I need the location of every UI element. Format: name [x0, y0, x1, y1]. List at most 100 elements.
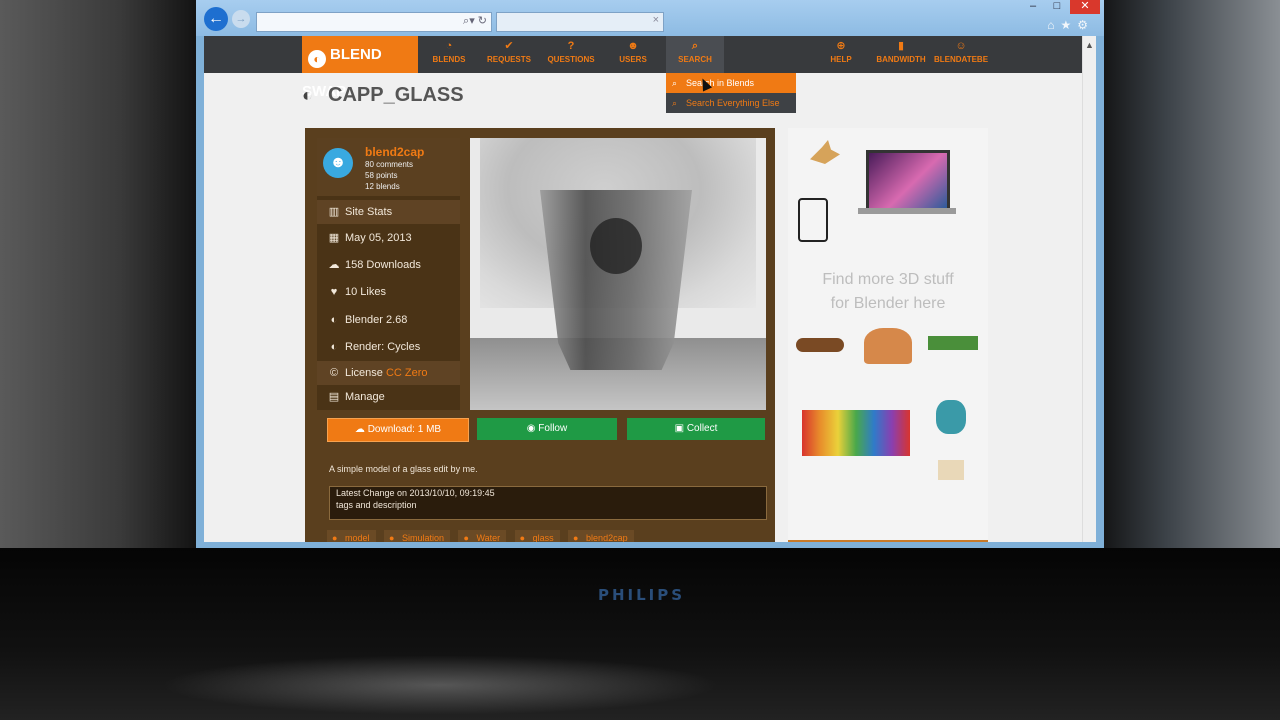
- close-tab-icon[interactable]: ×: [653, 14, 659, 26]
- browser-tab[interactable]: ×: [496, 12, 664, 32]
- folder-icon: ▣: [674, 423, 687, 434]
- forward-button[interactable]: →: [232, 10, 250, 28]
- chevron-up-icon[interactable]: ▲: [1085, 40, 1094, 50]
- date-row: ▦ May 05, 2013: [317, 226, 460, 250]
- chart-icon: ▥: [328, 206, 340, 218]
- maximize-button[interactable]: □: [1046, 0, 1068, 14]
- license-row[interactable]: © License CC Zero: [317, 361, 460, 385]
- page-viewport: ◐ BLEND SWAP ◔ BLENDS ✔ REQUESTS ? QUESTIONS…: [204, 36, 1096, 542]
- search-icon: ⌕: [691, 40, 699, 52]
- books-model-image: [802, 410, 910, 456]
- search-refresh-icon[interactable]: ⌕▾ ↻: [463, 14, 487, 28]
- nav-label: BLENDATEBE: [933, 55, 989, 64]
- tag-blend2cap[interactable]: blend2cap: [568, 530, 634, 542]
- blend-preview-image[interactable]: [470, 138, 766, 410]
- tag-simulation[interactable]: Simulation: [383, 530, 450, 542]
- sidebar-label: Render: Cycles: [345, 341, 421, 353]
- sidebar-label: License: [345, 367, 383, 379]
- nav-questions[interactable]: ? QUESTIONS: [542, 36, 600, 73]
- browser-toolbar: ← → ⌕▾ ↻ × – □ ✕ ⌂★⚙: [196, 0, 1104, 36]
- browser-window: ← → ⌕▾ ↻ × – □ ✕ ⌂★⚙ ◐ BLEND SWAP ◔ BLENDS…: [196, 0, 1104, 548]
- advertisement[interactable]: Find more 3D stuff for Blender here: [788, 128, 988, 542]
- search-everything-option[interactable]: ⌕ Search Everything Else: [666, 93, 796, 113]
- close-window-button[interactable]: ✕: [1070, 0, 1100, 14]
- avatar[interactable]: ☻: [323, 148, 353, 178]
- nav-search[interactable]: ⌕ SEARCH: [666, 36, 724, 73]
- user-comments: 80 comments: [365, 160, 414, 169]
- nav-label: QUESTIONS: [547, 55, 595, 64]
- laptop-base-image: [858, 208, 956, 214]
- collect-button[interactable]: ▣ Collect: [627, 418, 765, 440]
- nav-requests[interactable]: ✔ REQUESTS: [480, 36, 538, 73]
- plants-model-image: [928, 336, 978, 350]
- laptop-model-image: [866, 150, 950, 212]
- nav-bandwidth[interactable]: ▮ BANDWIDTH: [872, 36, 930, 73]
- nav-label: BANDWIDTH: [876, 55, 926, 64]
- dinosaur-model-image: [810, 140, 840, 164]
- sidebar-label: 10 Likes: [345, 286, 386, 298]
- chair-model-image: [798, 198, 828, 242]
- manage-icon: ▤: [328, 391, 340, 403]
- latest-change-box: Latest Change on 2013/10/10, 09:19:45 ta…: [329, 486, 767, 520]
- site-logo[interactable]: ◐ BLEND SWAP: [302, 36, 418, 100]
- site-navbar: ◐ BLEND SWAP ◔ BLENDS ✔ REQUESTS ? QUESTIONS…: [204, 36, 1083, 100]
- blend-sidebar: ☻ blend2cap 80 comments 58 points 12 ble…: [317, 138, 460, 410]
- nav-label: REQUESTS: [486, 55, 531, 64]
- home-favorites-settings-icons[interactable]: ⌂★⚙: [1047, 18, 1094, 32]
- vertical-scrollbar[interactable]: ▲: [1082, 36, 1096, 542]
- blender-icon: ◔: [445, 40, 453, 52]
- monitor-brand-label: PHILIPS: [598, 586, 686, 604]
- follow-button[interactable]: ◉ Follow: [477, 418, 617, 440]
- nav-account[interactable]: ☺ BLENDATEBE: [932, 36, 990, 73]
- search-in-blends-option[interactable]: ⌕ Search in Blends: [666, 73, 796, 93]
- minimize-button[interactable]: –: [1022, 0, 1044, 14]
- address-bar[interactable]: ⌕▾ ↻: [256, 12, 492, 32]
- search-icon: ⌕: [672, 98, 678, 108]
- nav-users[interactable]: ☻ USERS: [604, 36, 662, 73]
- blender-icon: ◐: [330, 314, 338, 326]
- user-icon: ☺: [955, 40, 967, 52]
- dropdown-label: Search Everything Else: [686, 98, 780, 108]
- blender-icon: ◐: [330, 341, 338, 353]
- sidebar-label: 158 Downloads: [345, 259, 421, 271]
- dropdown-label: Search in Blends: [686, 78, 755, 88]
- render-row: ◐ Render: Cycles: [317, 335, 460, 359]
- eye-icon: ◉: [526, 423, 539, 434]
- user-card[interactable]: ☻ blend2cap 80 comments 58 points 12 ble…: [317, 138, 460, 196]
- tag-list: model Simulation Water glass blend2cap: [327, 528, 767, 542]
- search-dropdown: ⌕ Search in Blends ⌕ Search Everything Els…: [666, 73, 796, 113]
- nav-label: HELP: [830, 55, 852, 64]
- blend-panel: ☻ blend2cap 80 comments 58 points 12 ble…: [305, 128, 775, 542]
- tag-model[interactable]: model: [327, 530, 376, 542]
- page-title: ◐ CAPP_GLASS: [302, 84, 464, 107]
- ad-bottom-banner: [788, 540, 988, 542]
- likes-row: ♥ 10 Likes: [317, 280, 460, 304]
- user-points: 58 points: [365, 171, 398, 180]
- license-value-link[interactable]: CC Zero: [386, 367, 428, 379]
- username-link[interactable]: blend2cap: [365, 145, 424, 159]
- vases-model-image: [864, 328, 912, 364]
- back-button[interactable]: ←: [204, 7, 228, 31]
- pillow-model-image: [938, 460, 964, 480]
- manage-link[interactable]: ▤ Manage: [317, 385, 460, 409]
- shoes-model-image: [796, 338, 844, 352]
- nav-label: BLENDS: [432, 55, 466, 64]
- nav-blends[interactable]: ◔ BLENDS: [420, 36, 478, 73]
- tag-glass[interactable]: glass: [514, 530, 560, 542]
- user-blends: 12 blends: [365, 182, 400, 191]
- question-icon: ?: [567, 40, 575, 52]
- nav-help[interactable]: ⊕ HELP: [812, 36, 870, 73]
- page-title-text: CAPP_GLASS: [328, 84, 464, 106]
- download-button[interactable]: ☁ Download: 1 MB: [327, 418, 469, 442]
- calendar-icon: ▦: [328, 232, 340, 244]
- ad-text-line: Find more 3D stuff: [822, 271, 954, 288]
- latest-change-line: Latest Change on 2013/10/10, 09:19:45: [336, 488, 495, 498]
- ad-text: Find more 3D stuff for Blender here: [788, 268, 988, 316]
- cloud-download-icon: ☁: [354, 424, 368, 435]
- site-stats-link[interactable]: ▥ Site Stats: [317, 200, 460, 224]
- latest-change-detail: tags and description: [336, 500, 417, 510]
- sidebar-label: Site Stats: [345, 206, 393, 218]
- nav-label: SEARCH: [678, 55, 712, 64]
- blend-description: A simple model of a glass edit by me.: [329, 464, 478, 474]
- tag-water[interactable]: Water: [458, 530, 507, 542]
